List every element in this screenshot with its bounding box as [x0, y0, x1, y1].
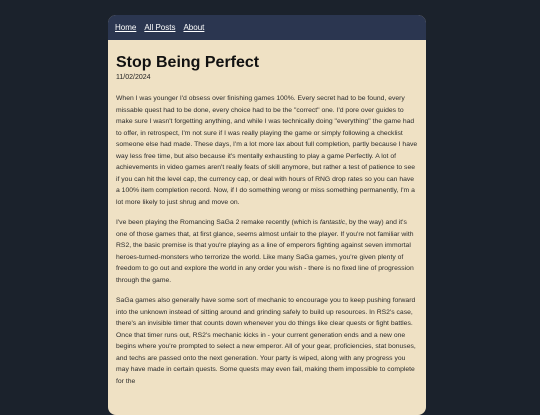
post-paragraph: SaGa games also generally have some sort…	[116, 297, 416, 385]
post-date: 11/02/2024	[116, 74, 151, 81]
nav-home-link[interactable]: Home	[115, 23, 136, 32]
post-content: Stop Being Perfect 11/02/2024 When I was…	[108, 40, 426, 387]
post-paragraph: When I was younger I'd obsess over finis…	[116, 95, 418, 206]
nav-about-link[interactable]: About	[183, 23, 204, 32]
post-title: Stop Being Perfect	[116, 54, 260, 71]
nav-all-posts-link[interactable]: All Posts	[144, 23, 175, 32]
emphasis-text: fantastic	[319, 219, 346, 226]
top-nav: Home All Posts About	[108, 15, 426, 40]
post-paragraph: I've been playing the Romancing SaGa 2 r…	[116, 217, 418, 286]
paragraph-text: , by the way) and it's one of those game…	[116, 219, 414, 284]
paragraph-text: I've been playing the Romancing SaGa 2 r…	[116, 219, 320, 226]
blog-page: Home All Posts About Stop Being Perfect …	[108, 15, 426, 415]
